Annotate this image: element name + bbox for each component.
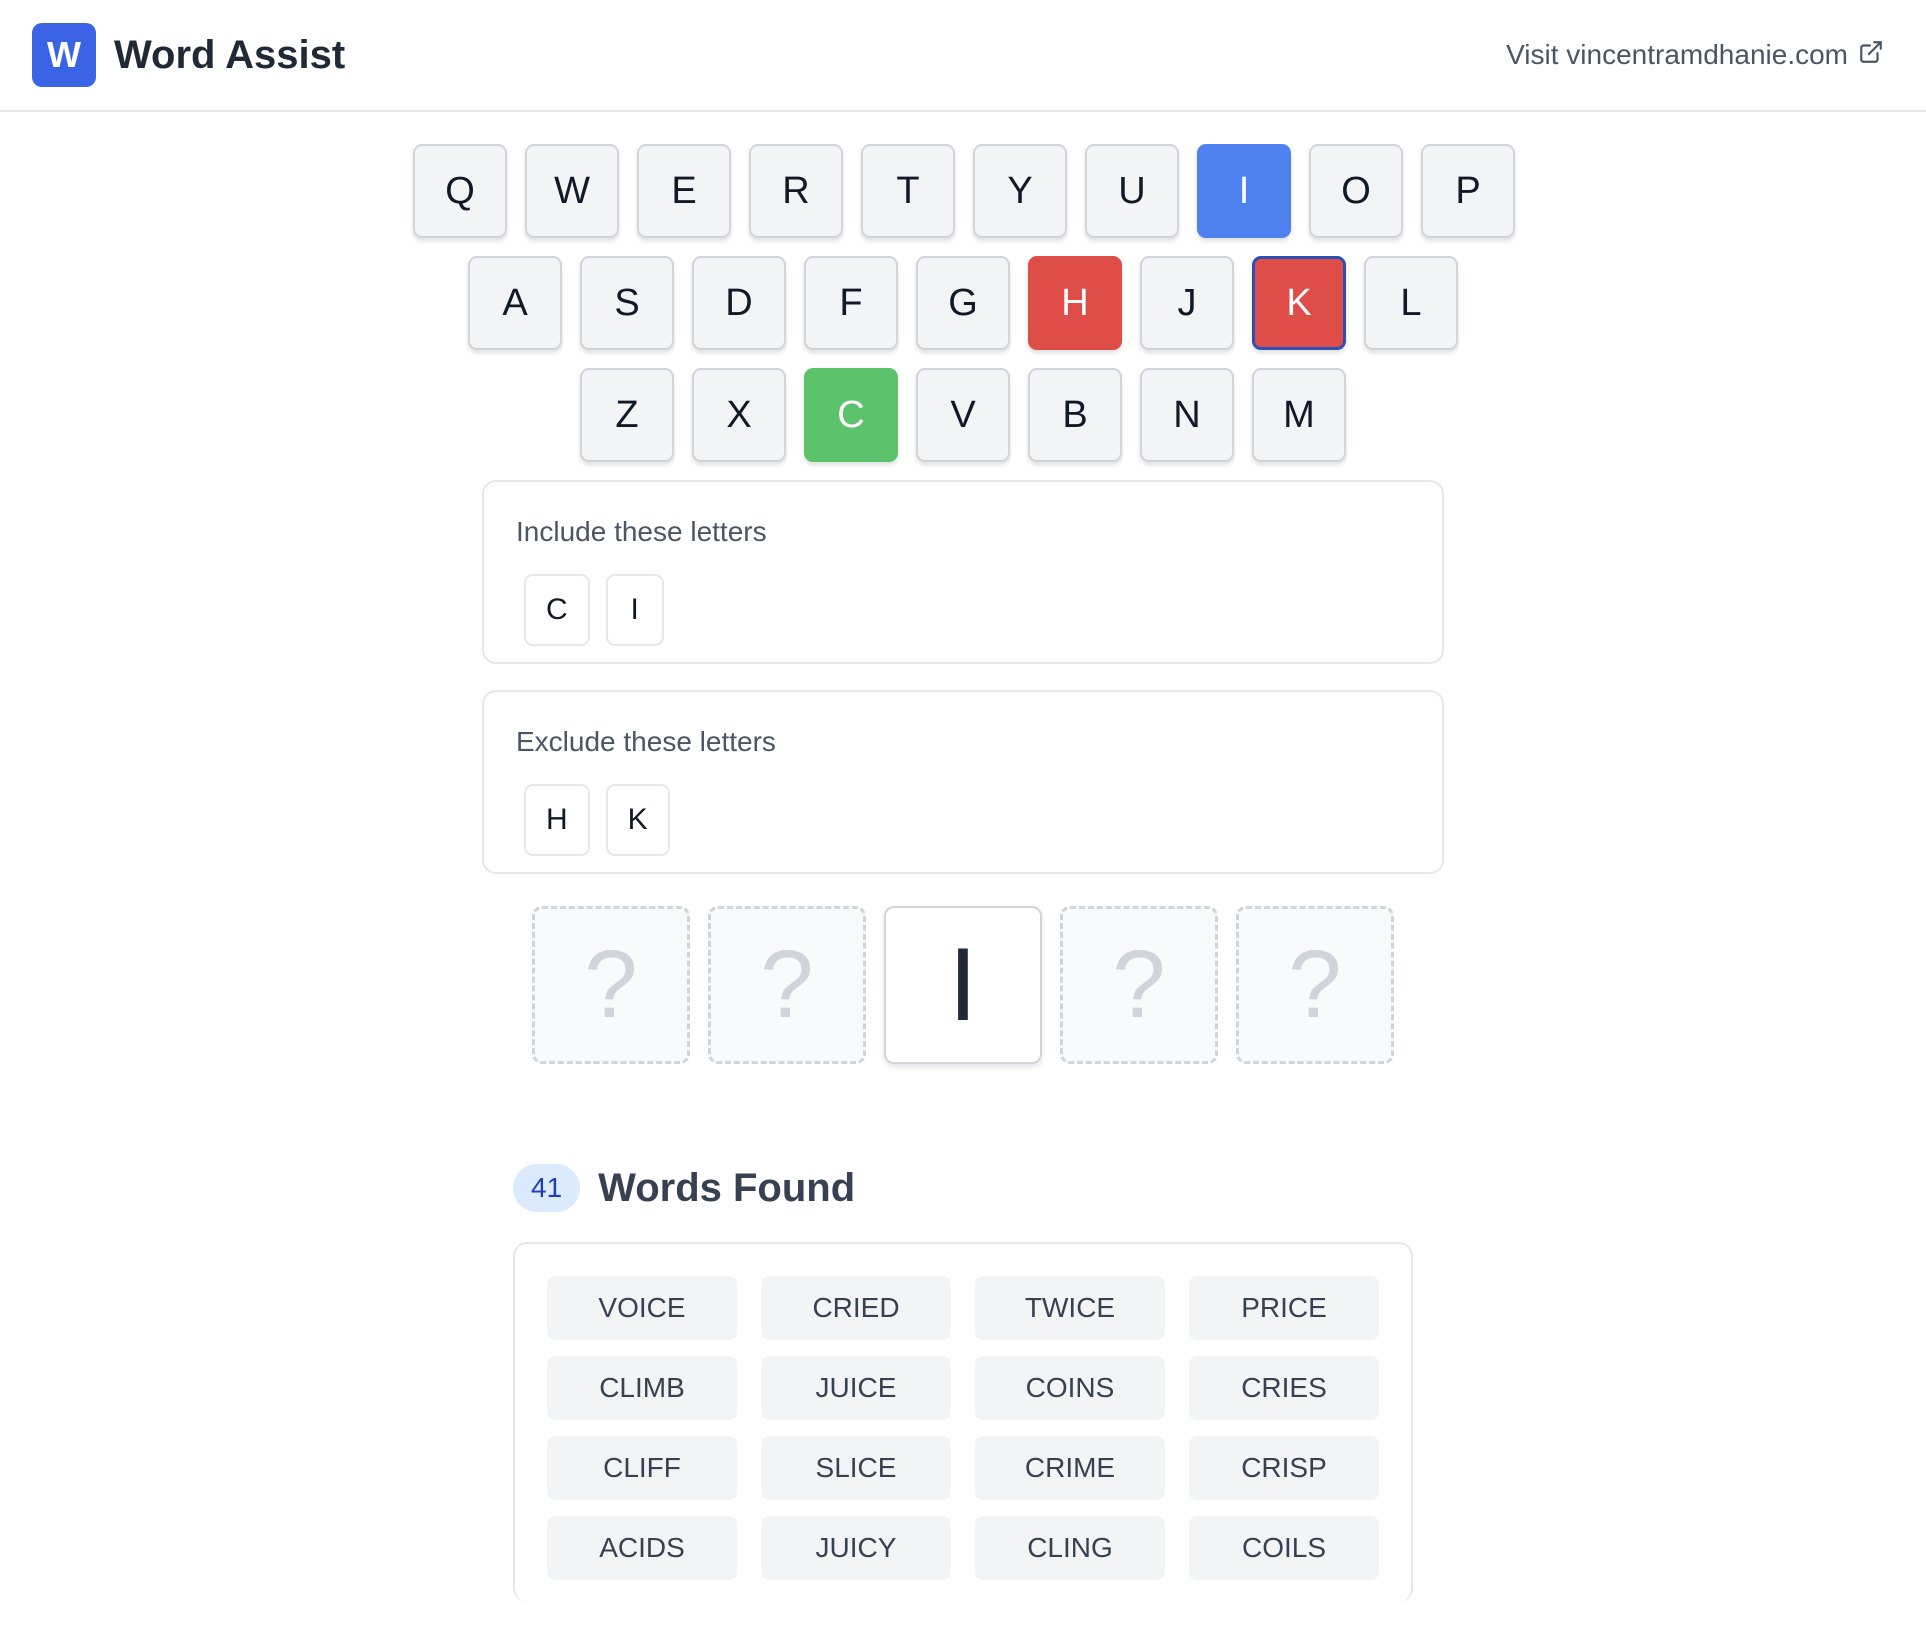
keyboard-row-1: QWERTYUIOP [0,144,1926,238]
word-result-item[interactable]: TWICE [975,1276,1165,1340]
keyboard-row-2: ASDFGHJKL [0,256,1926,350]
key-i[interactable]: I [1197,144,1291,238]
include-letters-panel: Include these letters C I [482,480,1444,664]
key-l[interactable]: L [1364,256,1458,350]
app-logo: W [32,23,96,87]
word-result-item[interactable]: JUICY [761,1516,951,1580]
word-result-item[interactable]: PRICE [1189,1276,1379,1340]
key-r[interactable]: R [749,144,843,238]
key-f[interactable]: F [804,256,898,350]
key-q[interactable]: Q [413,144,507,238]
position-slot-1[interactable]: ? [532,906,690,1064]
results-header: 41 Words Found [513,1164,1413,1212]
key-e[interactable]: E [637,144,731,238]
key-v[interactable]: V [916,368,1010,462]
word-result-item[interactable]: CRIED [761,1276,951,1340]
key-c[interactable]: C [804,368,898,462]
position-slot-4[interactable]: ? [1060,906,1218,1064]
key-z[interactable]: Z [580,368,674,462]
key-t[interactable]: T [861,144,955,238]
exclude-letter-chip[interactable]: K [605,784,670,856]
include-letters-list: C I [516,574,1410,646]
key-s[interactable]: S [580,256,674,350]
key-n[interactable]: N [1140,368,1234,462]
key-w[interactable]: W [525,144,619,238]
word-result-item[interactable]: VOICE [547,1276,737,1340]
word-result-item[interactable]: CLING [975,1516,1165,1580]
exclude-letters-label: Exclude these letters [516,726,776,757]
key-d[interactable]: D [692,256,786,350]
letter-keyboard: QWERTYUIOP ASDFGHJKL ZXCVBNM [0,144,1926,462]
key-u[interactable]: U [1085,144,1179,238]
key-y[interactable]: Y [973,144,1067,238]
key-h[interactable]: H [1028,256,1122,350]
include-letter-chip[interactable]: I [605,574,664,646]
word-result-item[interactable]: CRIME [975,1436,1165,1500]
app-header: W Word Assist Visit vincentramdhanie.com [0,0,1926,112]
word-result-item[interactable]: CLIFF [547,1436,737,1500]
exclude-letters-list: H K [516,784,1410,856]
visit-website-link[interactable]: Visit vincentramdhanie.com [1506,39,1884,72]
position-slot-5[interactable]: ? [1236,906,1394,1064]
results-list: VOICE CRIED TWICE PRICE CLIMB JUICE COINS CRIES… [513,1242,1413,1602]
include-letters-label: Include these letters [516,516,767,547]
key-g[interactable]: G [916,256,1010,350]
position-slot-2[interactable]: ? [708,906,866,1064]
visit-link-text: Visit vincentramdhanie.com [1506,39,1848,70]
word-result-item[interactable]: SLICE [761,1436,951,1500]
word-result-item[interactable]: CRISP [1189,1436,1379,1500]
key-j[interactable]: J [1140,256,1234,350]
word-result-item[interactable]: COINS [975,1356,1165,1420]
app-title: Word Assist [114,32,346,77]
key-o[interactable]: O [1309,144,1403,238]
key-m[interactable]: M [1252,368,1346,462]
key-b[interactable]: B [1028,368,1122,462]
brand[interactable]: W Word Assist [32,23,345,87]
exclude-letters-panel: Exclude these letters H K [482,690,1444,874]
position-slot-3[interactable]: I [884,906,1042,1064]
word-result-item[interactable]: CRIES [1189,1356,1379,1420]
key-p[interactable]: P [1421,144,1515,238]
word-result-item[interactable]: JUICE [761,1356,951,1420]
keyboard-row-3: ZXCVBNM [0,368,1926,462]
key-a[interactable]: A [468,256,562,350]
results-title: Words Found [598,1165,856,1210]
letter-position-slots: ? ? I ? ? [0,906,1926,1064]
key-x[interactable]: X [692,368,786,462]
word-grid: VOICE CRIED TWICE PRICE CLIMB JUICE COINS CRIES… [547,1276,1379,1580]
word-result-item[interactable]: COILS [1189,1516,1379,1580]
external-link-icon [1858,39,1884,72]
word-result-item[interactable]: CLIMB [547,1356,737,1420]
exclude-letter-chip[interactable]: H [524,784,590,856]
key-k[interactable]: K [1252,256,1346,350]
include-letter-chip[interactable]: C [524,574,590,646]
words-count-badge: 41 [513,1164,581,1212]
word-result-item[interactable]: ACIDS [547,1516,737,1580]
